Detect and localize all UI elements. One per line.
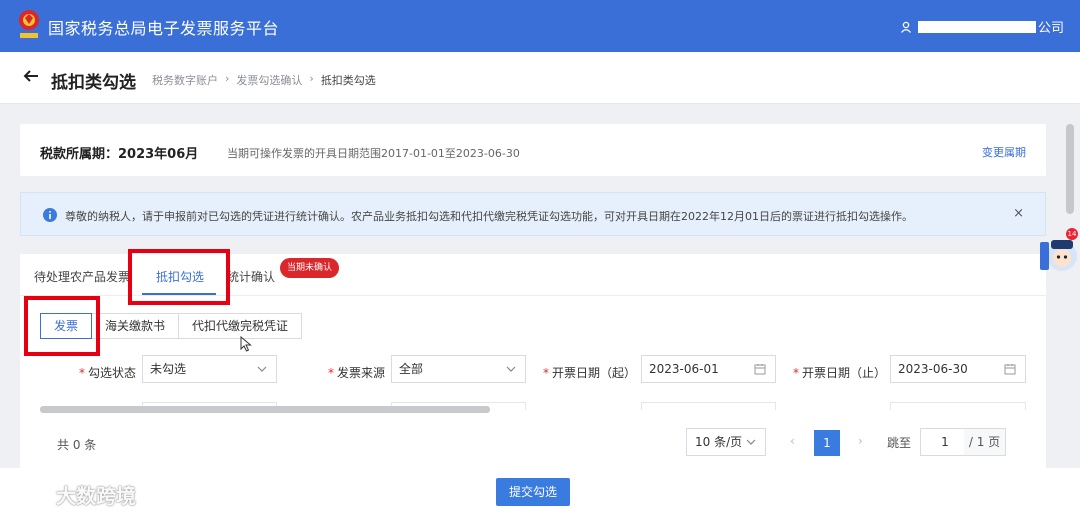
breadcrumb-item[interactable]: 发票勾选确认 xyxy=(236,72,302,88)
page-title: 抵扣类勾选 xyxy=(51,73,136,93)
watermark-logo-icon xyxy=(10,484,50,503)
horizontal-scrollbar[interactable] xyxy=(40,406,490,413)
app-title: 国家税务总局电子发票服务平台 xyxy=(48,19,280,38)
status-select[interactable]: 未勾选 xyxy=(142,355,277,383)
page-1-button[interactable]: 1 xyxy=(814,430,840,456)
change-period-link[interactable]: 变更属期 xyxy=(982,144,1026,160)
page-size-select[interactable]: 10 条/页 xyxy=(686,428,766,456)
breadcrumb: 税务数字账户 › 发票勾选确认 › 抵扣类勾选 xyxy=(152,72,376,88)
mouse-cursor-icon xyxy=(240,336,252,352)
tax-period-card: 税款所属期：2023年06月 当期可操作发票的开具日期范围2017-01-01至… xyxy=(20,124,1046,176)
total-count: 共 0 条 xyxy=(57,438,97,452)
close-icon[interactable]: × xyxy=(1013,206,1024,221)
info-icon xyxy=(43,208,57,222)
user-icon xyxy=(900,21,911,33)
user-account[interactable]: 公司 xyxy=(900,17,1064,36)
jump-page-input[interactable]: 1 xyxy=(920,428,970,456)
helper-notification-count: 14 xyxy=(1066,228,1078,240)
vertical-scrollbar[interactable] xyxy=(1066,124,1074,214)
total-pages: / 1 页 xyxy=(964,428,1006,456)
tab-agri-invoices[interactable]: 待处理农产品发票 xyxy=(34,268,130,285)
hidden-field xyxy=(890,402,1026,410)
date-start-picker[interactable]: 2023-06-01 xyxy=(641,355,776,383)
highlight-box-tab xyxy=(128,249,230,305)
breadcrumb-current: 抵扣类勾选 xyxy=(320,74,376,87)
user-name-suffix: 公司 xyxy=(1037,21,1064,36)
breadcrumb-separator: › xyxy=(309,72,314,85)
chevron-down-icon xyxy=(746,439,756,445)
calendar-icon xyxy=(1004,364,1016,375)
date-end-picker[interactable]: 2023-06-30 xyxy=(890,355,1026,383)
breadcrumb-separator: › xyxy=(225,72,230,85)
date-start-label: * 开票日期（起） xyxy=(543,366,637,380)
source-select[interactable]: 全部 xyxy=(391,355,526,383)
calendar-icon xyxy=(754,364,766,375)
watermark-text: 大数跨境 xyxy=(56,484,136,508)
breadcrumb-item[interactable]: 税务数字账户 xyxy=(152,72,218,88)
subtab-invoice[interactable]: 发票 xyxy=(40,313,93,339)
chevron-down-icon xyxy=(506,366,516,372)
tax-emblem-icon xyxy=(19,10,39,38)
chevron-down-icon xyxy=(257,366,267,372)
page-header: 抵扣类勾选 税务数字账户 › 发票勾选确认 › 抵扣类勾选 xyxy=(0,52,1080,104)
document-type-tabs: 发票 海关缴款书 代扣代缴完税凭证 xyxy=(40,313,303,339)
tab-statistics-confirm[interactable]: 统计确认 xyxy=(227,268,275,285)
notice-text: 尊敬的纳税人，请于申报前对已勾选的凭证进行统计确认。农产品业务抵扣勾选和代扣代缴… xyxy=(65,210,913,223)
submit-selection-button[interactable]: 提交勾选 xyxy=(496,478,570,506)
notice-banner: 尊敬的纳税人，请于申报前对已勾选的凭证进行统计确认。农产品业务抵扣勾选和代扣代缴… xyxy=(20,192,1046,236)
jump-label: 跳至 xyxy=(887,436,912,450)
status-label: * 勾选状态 xyxy=(79,366,137,380)
tax-period-note: 当期可操作发票的开具日期范围2017-01-01至2023-06-30 xyxy=(227,147,520,160)
top-bar: 国家税务总局电子发票服务平台 公司 xyxy=(0,0,1080,52)
user-name-masked xyxy=(917,20,1036,33)
tax-period-label: 税款所属期：2023年06月 xyxy=(40,147,199,162)
watermark: 大数跨境 xyxy=(10,480,136,509)
prev-page-button[interactable]: ‹ xyxy=(790,434,795,448)
next-page-button[interactable]: › xyxy=(858,434,863,448)
subtab-customs-payment[interactable]: 海关缴款书 xyxy=(91,313,180,339)
hidden-field xyxy=(641,402,776,410)
source-label: * 发票来源 xyxy=(328,366,386,380)
date-end-label: * 开票日期（止） xyxy=(793,366,887,380)
status-badge: 当期未确认 xyxy=(280,258,340,278)
back-arrow-icon[interactable] xyxy=(22,67,40,85)
helper-avatar[interactable]: 14 xyxy=(1038,228,1080,280)
